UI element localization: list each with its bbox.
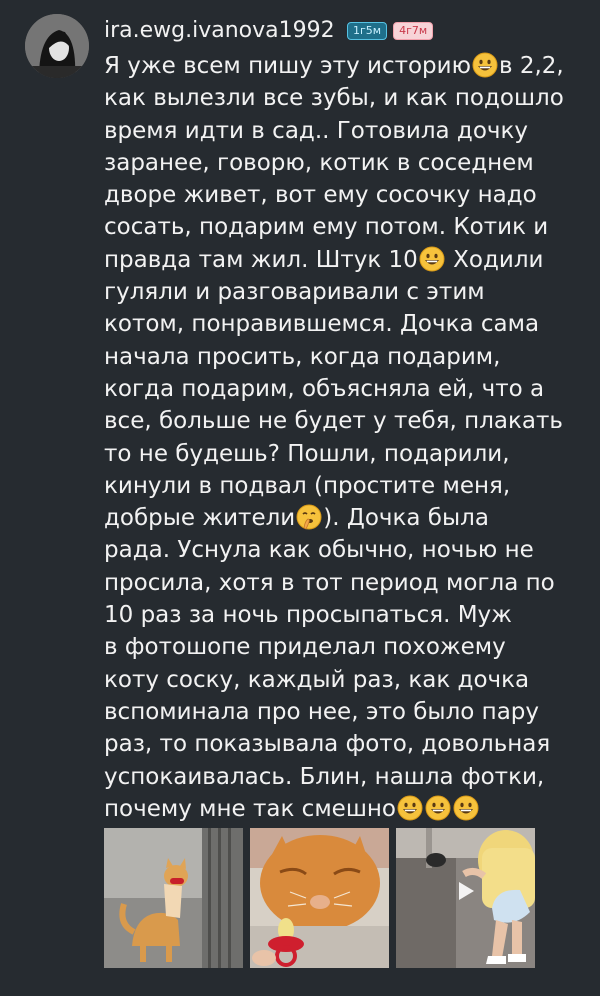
message-line: добрые жители). Дочка была xyxy=(104,504,489,532)
message-line: время идти в сад.. Готовила дочку xyxy=(104,117,528,144)
message-line: когда подарим, объясняла ей, что а xyxy=(104,375,545,402)
photo-gallery xyxy=(104,828,535,968)
message-text: Я уже всем пишу эту историю в 2,2, как вы… xyxy=(104,50,584,825)
photo-thumbnail-cat-street[interactable] xyxy=(104,828,243,968)
grinning-face-emoji-icon xyxy=(453,795,479,821)
message-line: успокаивалась. Блин, нашла фотки, xyxy=(104,763,545,790)
child-age-badge-1: 1г5м xyxy=(347,22,388,40)
message-line: раз, то показывала фото, довольная xyxy=(104,731,551,758)
shushing-face-emoji-icon xyxy=(296,504,322,530)
message-line: почему мне так смешно xyxy=(104,793,584,825)
message-line: дворе живет, вот ему сосочку надо xyxy=(104,182,537,209)
play-icon[interactable] xyxy=(456,880,476,902)
grinning-face-emoji-icon xyxy=(397,795,423,821)
message-line: просила, хотя в тот период могла по xyxy=(104,569,555,596)
child-age-badge-2: 4г7м xyxy=(393,22,434,40)
message-line: кинули в подвал (простите меня, xyxy=(104,472,511,499)
message-line: все, больше не будет у тебя, плакать xyxy=(104,408,563,435)
username[interactable]: ira.ewg.ivanova1992 xyxy=(104,16,335,46)
message-line: правда там жил. Штук 10 Ходили xyxy=(104,246,544,273)
message-line: рада. Уснула как обычно, ночью не xyxy=(104,537,534,564)
message-line: вспоминала про нее, это было пару xyxy=(104,698,540,725)
message-line: в фотошопе приделал похожему xyxy=(104,634,506,661)
grinning-face-emoji-icon xyxy=(472,52,498,78)
message-line: котом, понравившемся. Дочка сама xyxy=(104,311,540,338)
message-line: заранее, говорю, котик в соседнем xyxy=(104,149,534,176)
message-line: как вылезли все зубы, и как подошло xyxy=(104,85,564,112)
avatar[interactable] xyxy=(25,14,89,78)
message-line: 10 раз за ночь просыпаться. Муж xyxy=(104,602,512,629)
badges: 1г5м 4г7м xyxy=(347,22,434,40)
message-line: сосать, подарим ему потом. Котик и xyxy=(104,214,549,241)
photo-thumbnail-cat-pacifier[interactable] xyxy=(250,828,389,968)
grinning-face-emoji-icon xyxy=(425,795,451,821)
video-thumbnail-child-cat[interactable] xyxy=(396,828,535,968)
message-line: то не будешь? Пошли, подарили, xyxy=(104,440,510,467)
message-line: Я уже всем пишу эту историю в 2,2, xyxy=(104,52,564,79)
message-line: начала просить, когда подарим, xyxy=(104,343,501,370)
grinning-face-emoji-icon xyxy=(419,246,445,272)
message-line: гуляли и разговаривали с этим xyxy=(104,279,485,306)
message-line: коту соску, каждый раз, как дочка xyxy=(104,666,530,693)
